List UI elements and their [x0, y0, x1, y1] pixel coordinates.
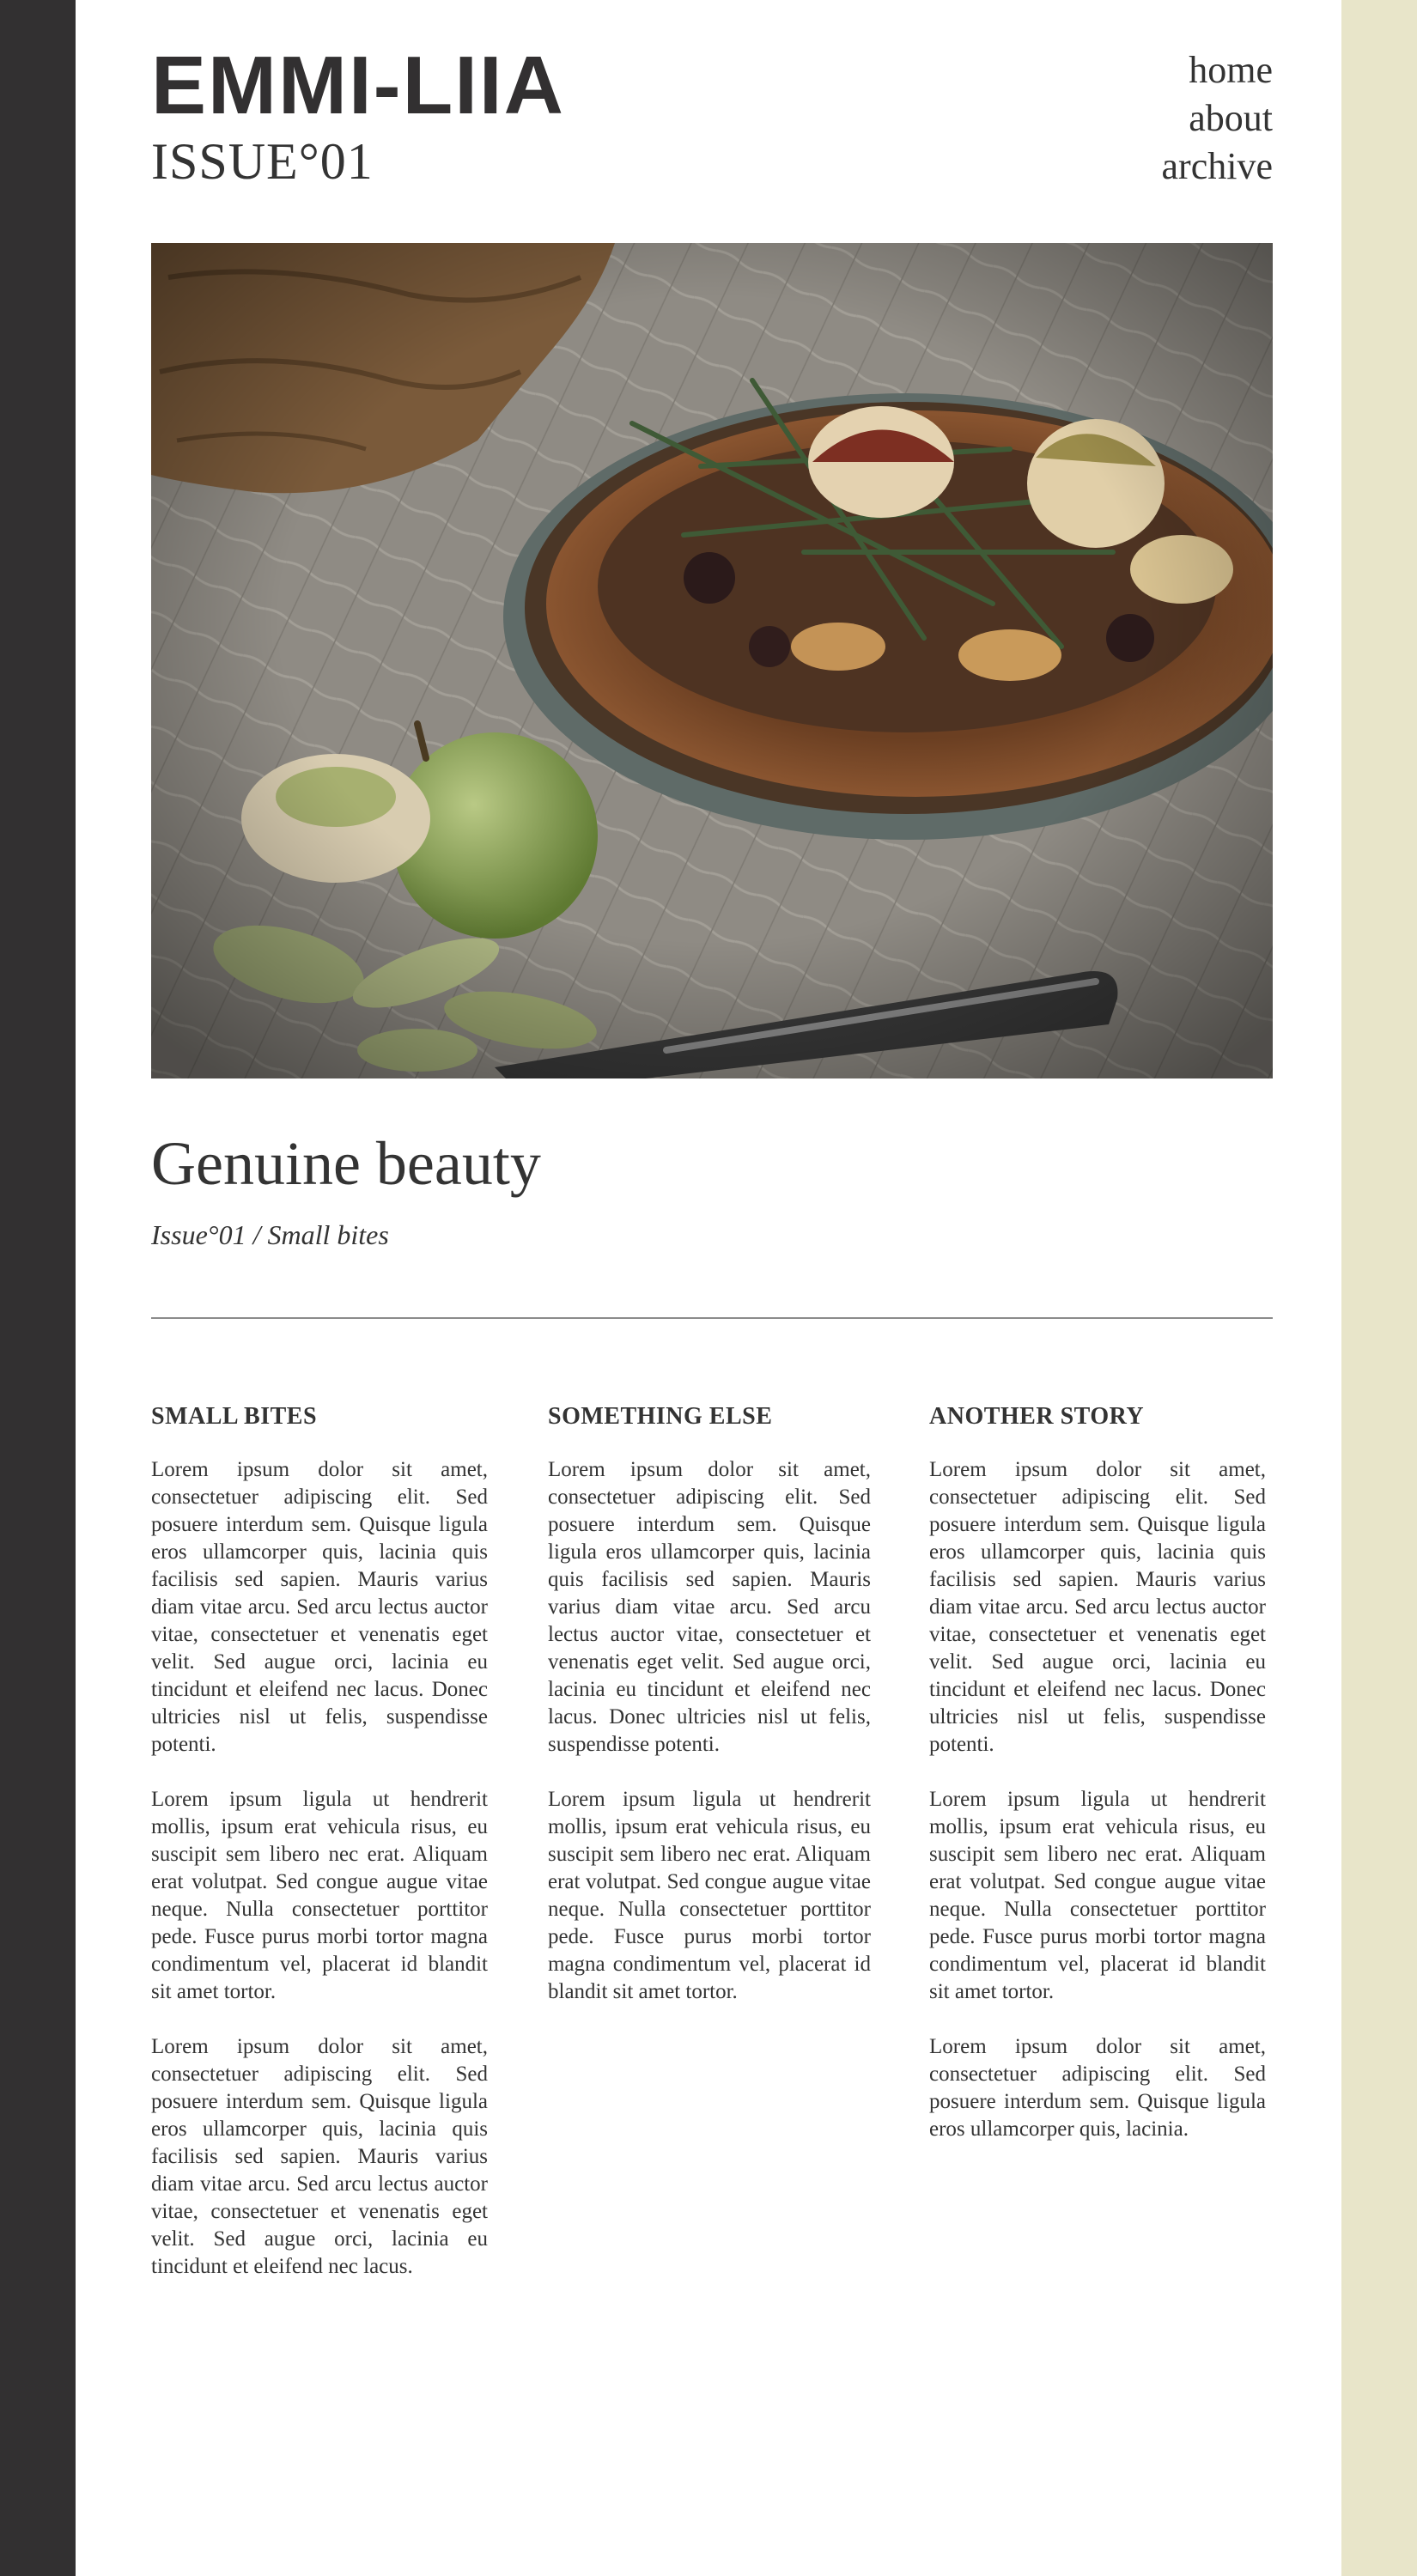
- main-nav: home about archive: [1162, 46, 1273, 191]
- hero-image: [151, 243, 1273, 1078]
- right-sidebar-bar: [1341, 0, 1417, 2576]
- section-divider: [151, 1317, 1273, 1319]
- nav-home-link[interactable]: home: [1162, 46, 1273, 94]
- column-paragraph: Lorem ipsum dolor sit amet, consectetuer…: [548, 1458, 871, 1756]
- column-another-story: ANOTHER STORY Lorem ipsum dolor sit amet…: [929, 1401, 1266, 2171]
- site-logo[interactable]: EMMI-LIIA: [151, 45, 565, 127]
- column-paragraph: Lorem ipsum dolor sit amet, consectetuer…: [929, 1458, 1266, 1756]
- column-small-bites: SMALL BITES Lorem ipsum dolor sit amet, …: [151, 1401, 488, 2308]
- left-sidebar-bar: [0, 0, 76, 2576]
- column-paragraph: Lorem ipsum ligula ut hendrerit mollis, …: [548, 1788, 871, 2003]
- column-paragraph: Lorem ipsum ligula ut hendrerit mollis, …: [929, 1788, 1266, 2003]
- column-heading: SOMETHING ELSE: [548, 1403, 773, 1430]
- column-paragraph: Lorem ipsum dolor sit amet, consectetuer…: [151, 1458, 488, 1756]
- column-heading: SMALL BITES: [151, 1403, 318, 1430]
- article-subtitle: Issue°01 / Small bites: [151, 1219, 389, 1250]
- column-paragraph: Lorem ipsum ligula ut hendrerit mollis, …: [151, 1788, 488, 2003]
- nav-about-link[interactable]: about: [1162, 94, 1273, 143]
- column-heading: ANOTHER STORY: [929, 1403, 1145, 1430]
- column-paragraph: Lorem ipsum dolor sit amet, consectetuer…: [151, 2035, 488, 2278]
- page-content: EMMI-LIIA ISSUE°01 home about archive Ge…: [76, 0, 1341, 2576]
- article-title: Genuine beauty: [151, 1129, 541, 1198]
- column-paragraph: Lorem ipsum dolor sit amet, consectetuer…: [929, 2035, 1266, 2141]
- issue-label: ISSUE°01: [151, 133, 374, 190]
- nav-archive-link[interactable]: archive: [1162, 143, 1273, 191]
- column-something-else: SOMETHING ELSE Lorem ipsum dolor sit ame…: [548, 1401, 871, 2033]
